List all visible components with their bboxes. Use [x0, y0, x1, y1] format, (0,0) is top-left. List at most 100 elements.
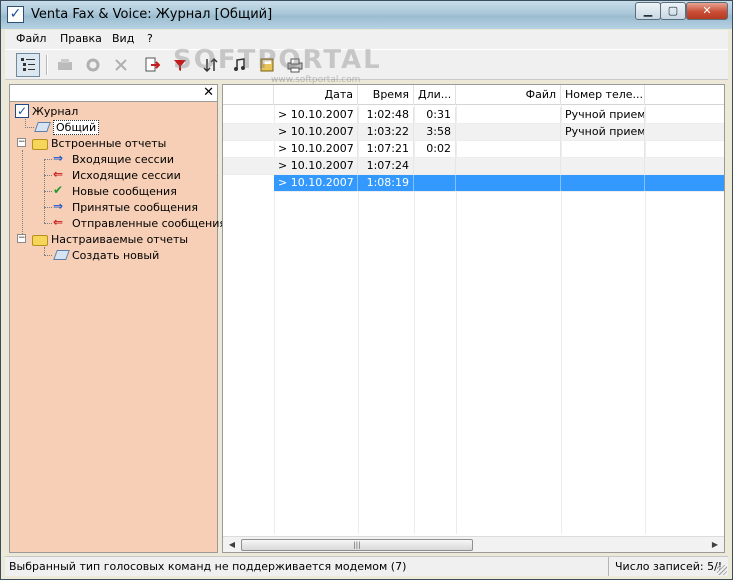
- scroll-right-icon[interactable]: ▶: [707, 537, 723, 552]
- tree-item-general[interactable]: Общий: [34, 119, 100, 135]
- close-button[interactable]: ✕: [686, 2, 728, 20]
- table-row-selected[interactable]: > 10.10.2007 1:08:19: [274, 175, 724, 192]
- menu-file[interactable]: Файл: [16, 32, 46, 45]
- column-header-phone[interactable]: Номер теле...: [561, 85, 645, 105]
- tree-item-received-messages[interactable]: ⇒ Принятые сообщения: [53, 199, 198, 215]
- tree-pane-close-icon[interactable]: ✕: [203, 85, 214, 100]
- cell-time: 1:02:48: [358, 107, 414, 123]
- settings-icon[interactable]: [81, 53, 105, 77]
- cell-date: > 10.10.2007: [274, 141, 358, 157]
- cell-file: [456, 141, 561, 157]
- delete-icon[interactable]: [109, 53, 133, 77]
- cell-time: 1:08:19: [358, 175, 414, 191]
- received-message-icon: ⇒: [53, 199, 64, 213]
- builtin-reports-collapse-icon[interactable]: −: [17, 138, 26, 147]
- tree-item-journal[interactable]: ✓ Журнал: [15, 103, 78, 119]
- tree-line: [44, 247, 45, 255]
- new-report-icon: [53, 248, 70, 262]
- folder-icon: [32, 234, 48, 246]
- menu-help[interactable]: ?: [147, 32, 153, 45]
- horizontal-scrollbar[interactable]: ◀ ||| ▶: [223, 536, 724, 552]
- cell-phone: [561, 158, 645, 174]
- cell-duration: 3:58: [414, 124, 456, 140]
- toolbar-separator: [46, 55, 48, 75]
- cell-phone: Ручной прием: [561, 107, 645, 123]
- column-header-file[interactable]: Файл: [456, 85, 561, 105]
- window-title: Venta Fax & Voice: Журнал [Общий]: [31, 7, 273, 22]
- tree-line: [44, 191, 52, 192]
- column-header-blank[interactable]: [223, 85, 274, 105]
- cell-duration: 0:31: [414, 107, 456, 123]
- export-icon[interactable]: [140, 53, 164, 77]
- tree-item-builtin-reports-label: Встроенные отчеты: [51, 136, 167, 150]
- tree-item-incoming-sessions[interactable]: ⇒ Входящие сессии: [53, 151, 174, 167]
- maximize-button[interactable]: ▢: [660, 2, 686, 20]
- sent-message-icon: ⇐: [53, 215, 64, 229]
- tree-line: [44, 159, 52, 160]
- cell-date: > 10.10.2007: [274, 175, 358, 191]
- cell-time: 1:07:21: [358, 141, 414, 157]
- column-header-time[interactable]: Время: [358, 85, 414, 105]
- table-row[interactable]: > 10.10.2007 1:07:24: [223, 158, 724, 175]
- tree-item-sent-messages[interactable]: ⇐ Отправленные сообщения: [53, 215, 226, 231]
- tree-item-builtin-reports[interactable]: Встроенные отчеты: [32, 135, 166, 151]
- app-window: ✓ Venta Fax & Voice: Журнал [Общий] ▁ ▢ …: [0, 0, 733, 580]
- cell-file: [456, 107, 561, 123]
- app-checkmark-icon: ✓: [7, 6, 24, 23]
- tree-line: [44, 175, 52, 176]
- tree-item-custom-reports[interactable]: Настраиваемые отчеты: [32, 231, 188, 247]
- journal-grid: Дата Время Дли... Файл Номер теле... > 1…: [222, 84, 725, 553]
- column-header-duration[interactable]: Дли...: [414, 85, 456, 105]
- scroll-thumb[interactable]: |||: [241, 539, 473, 551]
- tree-item-create-new-label: Создать новый: [72, 248, 160, 262]
- tree-item-sent-messages-label: Отправленные сообщения: [72, 216, 226, 230]
- watermark-text: SOFTPORTAL: [173, 45, 382, 75]
- tree-item-create-new[interactable]: Создать новый: [53, 247, 159, 263]
- minimize-button[interactable]: ▁: [635, 2, 661, 20]
- tree-item-outgoing-sessions-label: Исходящие сессии: [72, 168, 181, 182]
- table-row[interactable]: > 10.10.2007 1:03:22 3:58 Ручной прием: [223, 124, 724, 141]
- cell-phone: [561, 141, 645, 157]
- tree-line: [44, 207, 52, 208]
- incoming-arrow-icon: ⇒: [53, 151, 64, 165]
- tree-item-new-messages[interactable]: ✔ Новые сообщения: [53, 183, 177, 199]
- tree-item-journal-label: Журнал: [32, 104, 79, 118]
- new-message-icon: ✔: [53, 183, 64, 197]
- report-doc-icon: [34, 120, 51, 134]
- menu-edit[interactable]: Правка: [60, 32, 102, 45]
- table-row[interactable]: > 10.10.2007 1:02:48 0:31 Ручной прием: [223, 107, 724, 124]
- fax-icon[interactable]: [53, 53, 77, 77]
- tree-item-incoming-sessions-label: Входящие сессии: [72, 152, 174, 166]
- cell-time: 1:07:24: [358, 158, 414, 174]
- tree-line: [25, 127, 34, 128]
- journal-checkmark-icon: ✓: [15, 104, 29, 118]
- tree-line: [22, 150, 23, 238]
- cell-date: > 10.10.2007: [274, 124, 358, 140]
- tree-line: [44, 223, 52, 224]
- scroll-left-icon[interactable]: ◀: [224, 537, 240, 552]
- tree-item-new-messages-label: Новые сообщения: [72, 184, 177, 198]
- tree-toggle-icon[interactable]: [16, 53, 40, 77]
- tree-item-custom-reports-label: Настраиваемые отчеты: [51, 232, 189, 246]
- menu-view[interactable]: Вид: [112, 32, 134, 45]
- cell-duration: 0:02: [414, 141, 456, 157]
- table-row[interactable]: > 10.10.2007 1:07:21 0:02: [223, 141, 724, 158]
- tree-item-received-messages-label: Принятые сообщения: [72, 200, 198, 214]
- tree-item-outgoing-sessions[interactable]: ⇐ Исходящие сессии: [53, 167, 181, 183]
- custom-reports-collapse-icon[interactable]: −: [17, 234, 26, 243]
- tree-pane-header: ✕: [9, 84, 218, 102]
- grid-header: Дата Время Дли... Файл Номер теле...: [223, 85, 724, 105]
- cell-date: > 10.10.2007: [274, 107, 358, 123]
- cell-file: [456, 158, 561, 174]
- cell-file: [456, 124, 561, 140]
- column-header-date[interactable]: Дата: [274, 85, 358, 105]
- title-bar: ✓ Venta Fax & Voice: Журнал [Общий] ▁ ▢ …: [1, 1, 732, 29]
- status-record-count: Число записей: 5/!: [608, 557, 728, 576]
- cell-duration: [414, 158, 456, 174]
- cell-file: [456, 175, 561, 191]
- cell-date: > 10.10.2007: [274, 158, 358, 174]
- outgoing-arrow-icon: ⇐: [53, 167, 64, 181]
- folder-icon: [32, 138, 48, 150]
- tree-line: [44, 255, 52, 256]
- resize-grip-icon[interactable]: [717, 565, 727, 575]
